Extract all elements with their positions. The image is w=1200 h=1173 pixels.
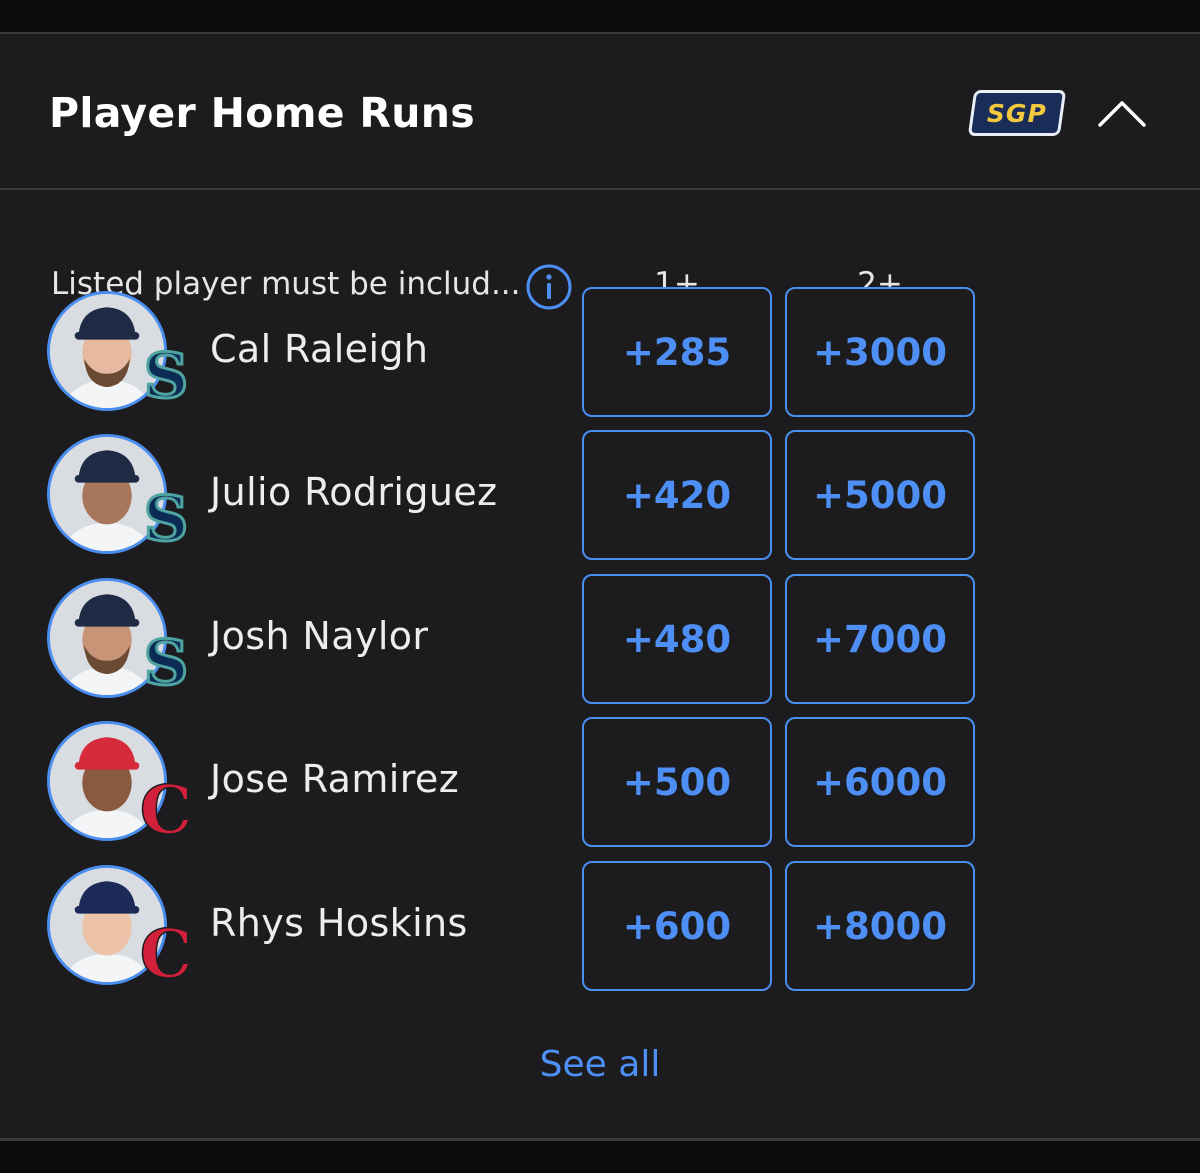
player-row: S Julio Rodriguez +420 +5000	[0, 430, 1000, 562]
mariners-logo-icon: S	[142, 630, 190, 701]
top-band	[0, 0, 1200, 32]
guardians-logo-icon: C	[139, 773, 193, 845]
player-row: S Cal Raleigh +285 +3000	[0, 287, 1000, 419]
odds-button-1plus[interactable]: +500	[582, 717, 772, 847]
bottom-band	[0, 1138, 1200, 1173]
svg-text:S: S	[144, 486, 189, 555]
odds-button-2plus[interactable]: +5000	[785, 430, 975, 560]
mariners-logo-icon: S	[142, 486, 190, 557]
svg-text:S: S	[144, 630, 189, 699]
sgp-badge-label: SGP	[987, 98, 1047, 128]
odds-button-2plus[interactable]: +3000	[785, 287, 975, 417]
odds-button-1plus[interactable]: +480	[582, 574, 772, 704]
odds-button-1plus[interactable]: +600	[582, 861, 772, 991]
player-name: Cal Raleigh	[210, 327, 429, 371]
odds-button-2plus[interactable]: +6000	[785, 717, 975, 847]
market-title: Player Home Runs	[49, 89, 475, 137]
sgp-badge: SGP	[967, 90, 1067, 136]
svg-text:C: C	[140, 773, 193, 845]
odds-button-1plus[interactable]: +285	[582, 287, 772, 417]
svg-text:C: C	[140, 917, 193, 989]
player-row: C Rhys Hoskins +600 +8000	[0, 861, 1000, 993]
odds-button-2plus[interactable]: +8000	[785, 861, 975, 991]
svg-text:S: S	[144, 343, 189, 412]
odds-button-2plus[interactable]: +7000	[785, 574, 975, 704]
market-panel: Player Home Runs SGP Listed player must …	[0, 32, 1200, 1140]
see-all-link[interactable]: See all	[0, 1044, 1200, 1085]
mariners-logo-icon: S	[142, 343, 190, 414]
player-row: C Jose Ramirez +500 +6000	[0, 717, 1000, 849]
odds-button-1plus[interactable]: +420	[582, 430, 772, 560]
player-row: S Josh Naylor +480 +7000	[0, 574, 1000, 706]
player-name: Josh Naylor	[210, 614, 429, 658]
player-name: Julio Rodriguez	[210, 470, 498, 514]
player-name: Rhys Hoskins	[210, 901, 468, 945]
market-header[interactable]: Player Home Runs SGP	[0, 34, 1200, 190]
chevron-up-icon[interactable]	[1096, 96, 1148, 130]
player-name: Jose Ramirez	[210, 757, 460, 801]
guardians-logo-icon: C	[139, 917, 193, 989]
